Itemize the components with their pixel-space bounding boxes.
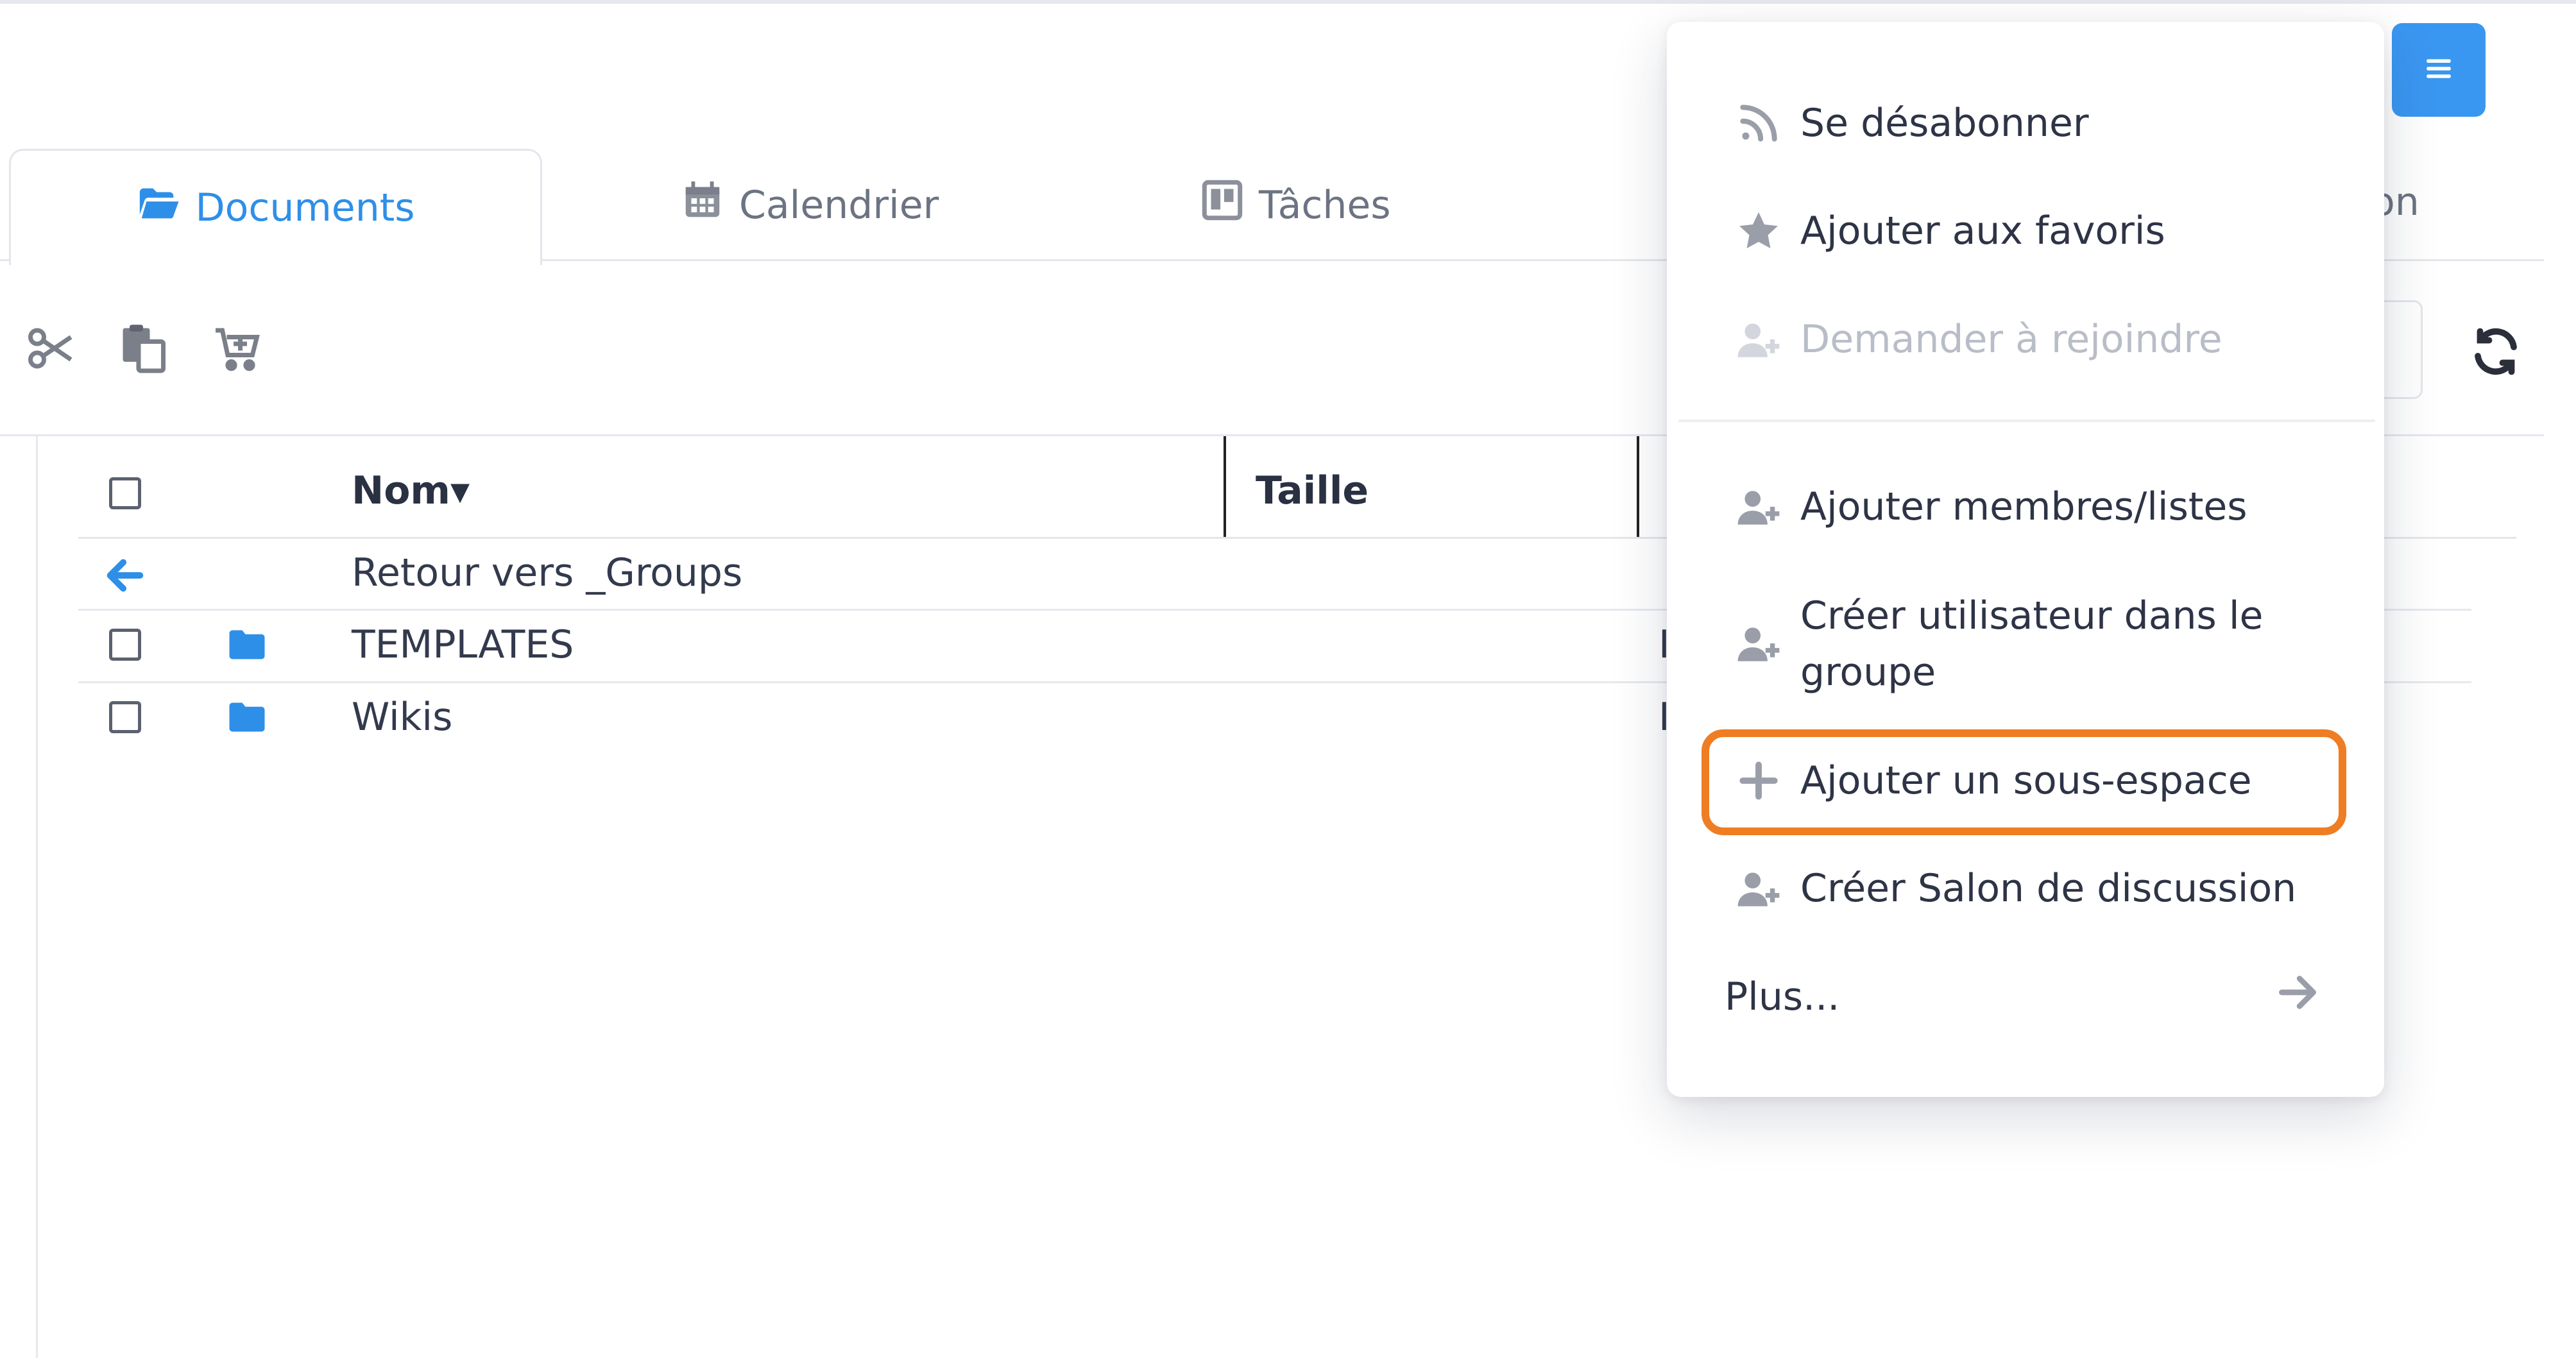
back-link-label[interactable]: Retour vers _Groups [352, 550, 742, 595]
tab-documents[interactable]: Documents [9, 149, 542, 265]
back-button[interactable] [103, 553, 148, 598]
column-header-taille[interactable]: Taille [1256, 468, 1369, 513]
menu-item-create-user[interactable]: Créer utilisateur dans le groupe [1732, 588, 2263, 700]
paste-icon [116, 321, 170, 378]
menu-item-more-label: Plus... [1725, 974, 1840, 1019]
menu-item-label: Demander à rejoindre [1800, 317, 2222, 362]
arrow-right-icon [2274, 969, 2321, 1026]
tab-taches[interactable]: Tâches [1200, 149, 1391, 261]
star-icon [1732, 205, 1785, 257]
menu-item-unsubscribe[interactable]: Se désabonner [1732, 95, 2089, 151]
user-plus-icon [1732, 617, 1785, 670]
cart-add-icon [211, 321, 265, 378]
sync-icon [2469, 328, 2523, 381]
menu-item-label: Se désabonner [1800, 101, 2089, 146]
menu-item-create-chat[interactable]: Créer Salon de discussion [1732, 860, 2296, 917]
row-checkbox[interactable] [109, 701, 141, 733]
tab-calendrier-label: Calendrier [739, 182, 939, 228]
scissors-icon [24, 321, 78, 378]
add-to-cart-button[interactable] [209, 321, 267, 378]
paste-button[interactable] [114, 321, 172, 378]
tab-documents-label: Documents [195, 185, 415, 230]
menu-item-request-join: Demander à rejoindre [1732, 311, 2222, 368]
column-separator [1637, 436, 1639, 538]
content-left-border [36, 436, 38, 1358]
dropdown-divider [1678, 420, 2375, 422]
row-name[interactable]: Wikis [352, 695, 452, 740]
folder-open-icon [136, 181, 181, 235]
folder-icon [228, 629, 266, 663]
cut-button[interactable] [22, 321, 80, 378]
menu-item-add-favorites[interactable]: Ajouter aux favoris [1732, 203, 2165, 259]
menu-item-label: Ajouter un sous-espace [1800, 758, 2252, 803]
kanban-board-icon [1200, 178, 1245, 232]
rss-icon [1732, 97, 1785, 149]
select-all-checkbox[interactable] [109, 477, 141, 509]
row-checkbox[interactable] [109, 629, 141, 661]
row-name[interactable]: TEMPLATES [352, 622, 574, 667]
calendar-icon [680, 178, 725, 232]
menu-item-add-subspace[interactable]: Ajouter un sous-espace [1732, 752, 2252, 809]
arrow-left-icon [103, 559, 148, 600]
tab-taches-label: Tâches [1259, 182, 1391, 228]
menu-item-add-members[interactable]: Ajouter membres/listes [1732, 479, 2248, 535]
plus-icon [1732, 754, 1785, 807]
user-plus-icon [1732, 862, 1785, 915]
tab-calendrier[interactable]: Calendrier [680, 149, 939, 261]
window-top-border [0, 0, 2576, 4]
actions-dropdown [1667, 22, 2384, 1097]
folder-icon [228, 701, 266, 736]
menu-item-more[interactable]: Plus... [1725, 969, 2321, 1025]
menu-item-label: Ajouter membres/listes [1800, 484, 2248, 529]
column-header-nom[interactable]: Nom▾ [352, 468, 470, 513]
hamburger-menu-icon [2423, 53, 2455, 87]
user-plus-icon [1732, 480, 1785, 533]
column-separator [1224, 436, 1226, 538]
refresh-button[interactable] [2469, 325, 2523, 378]
menu-item-label: Créer utilisateur dans le groupe [1800, 593, 2264, 695]
menu-toggle-button[interactable] [2392, 23, 2486, 117]
menu-item-label: Créer Salon de discussion [1800, 866, 2297, 911]
user-plus-icon [1732, 313, 1785, 366]
menu-item-label: Ajouter aux favoris [1800, 208, 2165, 253]
